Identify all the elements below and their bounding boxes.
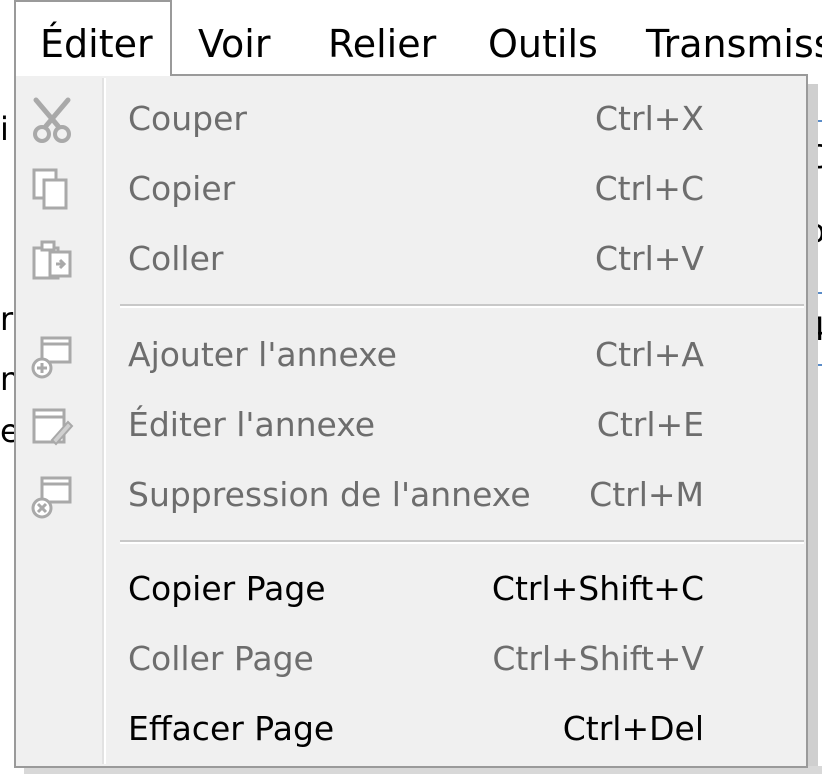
- menu-item-label: Suppression de l'annexe: [128, 475, 531, 514]
- menu-item-copier[interactable]: Copier Ctrl+C: [16, 154, 806, 224]
- scissors-icon: [28, 96, 76, 144]
- menu-separator: [120, 540, 804, 544]
- copy-icon: [28, 166, 76, 214]
- menu-relier-label: Relier: [328, 22, 437, 66]
- menu-editer-label: Éditer: [40, 22, 153, 66]
- menu-item-label: Coller: [128, 239, 224, 278]
- edit-annex-icon: [28, 402, 76, 450]
- menu-bar: Éditer Voir Relier Outils Transmissi: [0, 0, 822, 76]
- menu-outils-label: Outils: [488, 22, 598, 66]
- menu-item-shortcut: Ctrl+E: [596, 405, 704, 444]
- menu-separator: [120, 304, 804, 308]
- menu-item-label: Couper: [128, 99, 247, 138]
- background-fragment: r: [0, 300, 14, 338]
- menu-item-label: Éditer l'annexe: [128, 405, 376, 444]
- menu-voir-label: Voir: [198, 22, 271, 66]
- add-annex-icon: [28, 332, 76, 380]
- menu-item-copier-page[interactable]: Copier Page Ctrl+Shift+C: [16, 554, 806, 624]
- menu-item-shortcut: Ctrl+C: [594, 169, 704, 208]
- menu-item-label: Coller Page: [128, 639, 314, 678]
- menu-item-shortcut: Ctrl+Del: [562, 709, 704, 748]
- menu-relier[interactable]: Relier: [328, 0, 436, 76]
- menu-item-effacer-page[interactable]: Effacer Page Ctrl+Del: [16, 694, 806, 764]
- menu-item-ajouter-annexe[interactable]: Ajouter l'annexe Ctrl+A: [16, 320, 806, 390]
- menu-transmission[interactable]: Transmissi: [646, 0, 822, 76]
- menu-item-coller-page[interactable]: Coller Page Ctrl+Shift+V: [16, 624, 806, 694]
- menu-item-shortcut: Ctrl+A: [595, 335, 704, 374]
- background-fragment: i: [0, 110, 9, 148]
- edit-dropdown-menu: Couper Ctrl+X Copier Ctrl+C Coller Ctrl+…: [14, 74, 808, 768]
- menu-item-label: Ajouter l'annexe: [128, 335, 397, 374]
- menu-voir[interactable]: Voir: [198, 0, 270, 76]
- menu-item-shortcut: Ctrl+M: [589, 475, 704, 514]
- menu-item-shortcut: Ctrl+Shift+V: [492, 639, 704, 678]
- menu-item-label: Copier Page: [128, 569, 326, 608]
- menu-item-label: Effacer Page: [128, 709, 335, 748]
- menu-outils[interactable]: Outils: [488, 0, 598, 76]
- menu-item-editer-annexe[interactable]: Éditer l'annexe Ctrl+E: [16, 390, 806, 460]
- menu-item-shortcut: Ctrl+V: [595, 239, 704, 278]
- screen: i C o 4 r n e Éditer Voir Relier Outils …: [0, 0, 822, 774]
- menu-shadow: [808, 84, 818, 772]
- menu-item-label: Copier: [128, 169, 236, 208]
- paste-icon: [28, 236, 76, 284]
- menu-item-shortcut: Ctrl+Shift+C: [491, 569, 704, 608]
- menu-item-suppression-annexe[interactable]: Suppression de l'annexe Ctrl+M: [16, 460, 806, 530]
- menu-transmission-label: Transmissi: [646, 22, 822, 66]
- menu-item-coller[interactable]: Coller Ctrl+V: [16, 224, 806, 294]
- menu-item-couper[interactable]: Couper Ctrl+X: [16, 84, 806, 154]
- menu-item-shortcut: Ctrl+X: [595, 99, 704, 138]
- menu-editer[interactable]: Éditer: [14, 0, 172, 76]
- delete-annex-icon: [28, 472, 76, 520]
